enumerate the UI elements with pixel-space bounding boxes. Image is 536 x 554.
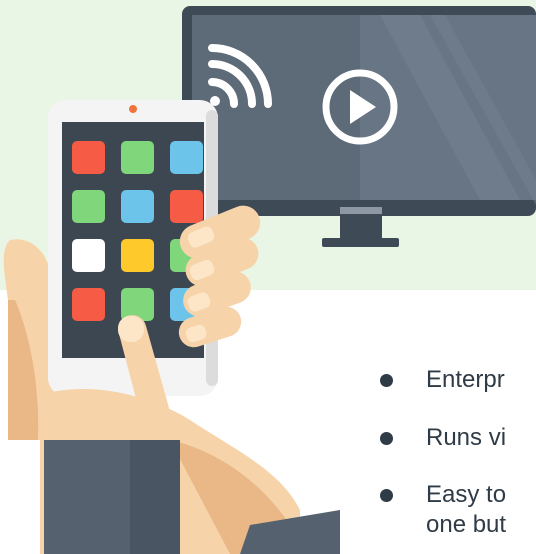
tv-neck-highlight: [340, 207, 382, 214]
illustration: [0, 0, 536, 554]
app-tile: [72, 141, 105, 174]
feature-text: Easy to one but: [426, 481, 507, 538]
phone-camera: [129, 105, 137, 113]
app-tile: [72, 288, 105, 321]
app-tile: [72, 239, 105, 272]
feature-item: Easy to one but: [380, 480, 536, 542]
app-tile: [72, 190, 105, 223]
app-tile: [121, 190, 154, 223]
feature-text: Enterpr: [426, 366, 505, 393]
feature-item: Runs vi: [380, 423, 536, 453]
feature-list: Enterpr Runs vi Easy to one but: [380, 365, 536, 538]
feature-item: Enterpr: [380, 365, 536, 395]
index-nail: [118, 316, 144, 342]
bullet-dot: [380, 432, 393, 445]
app-tile: [121, 141, 154, 174]
feature-text: Runs vi: [426, 424, 507, 451]
left-sleeve-shade: [130, 440, 180, 554]
app-tile: [170, 141, 203, 174]
app-tile: [121, 288, 154, 321]
app-tile: [121, 239, 154, 272]
app-tile: [170, 190, 203, 223]
tv-stand: [322, 238, 399, 247]
bullet-dot: [380, 489, 393, 502]
bullet-dot: [380, 374, 393, 387]
